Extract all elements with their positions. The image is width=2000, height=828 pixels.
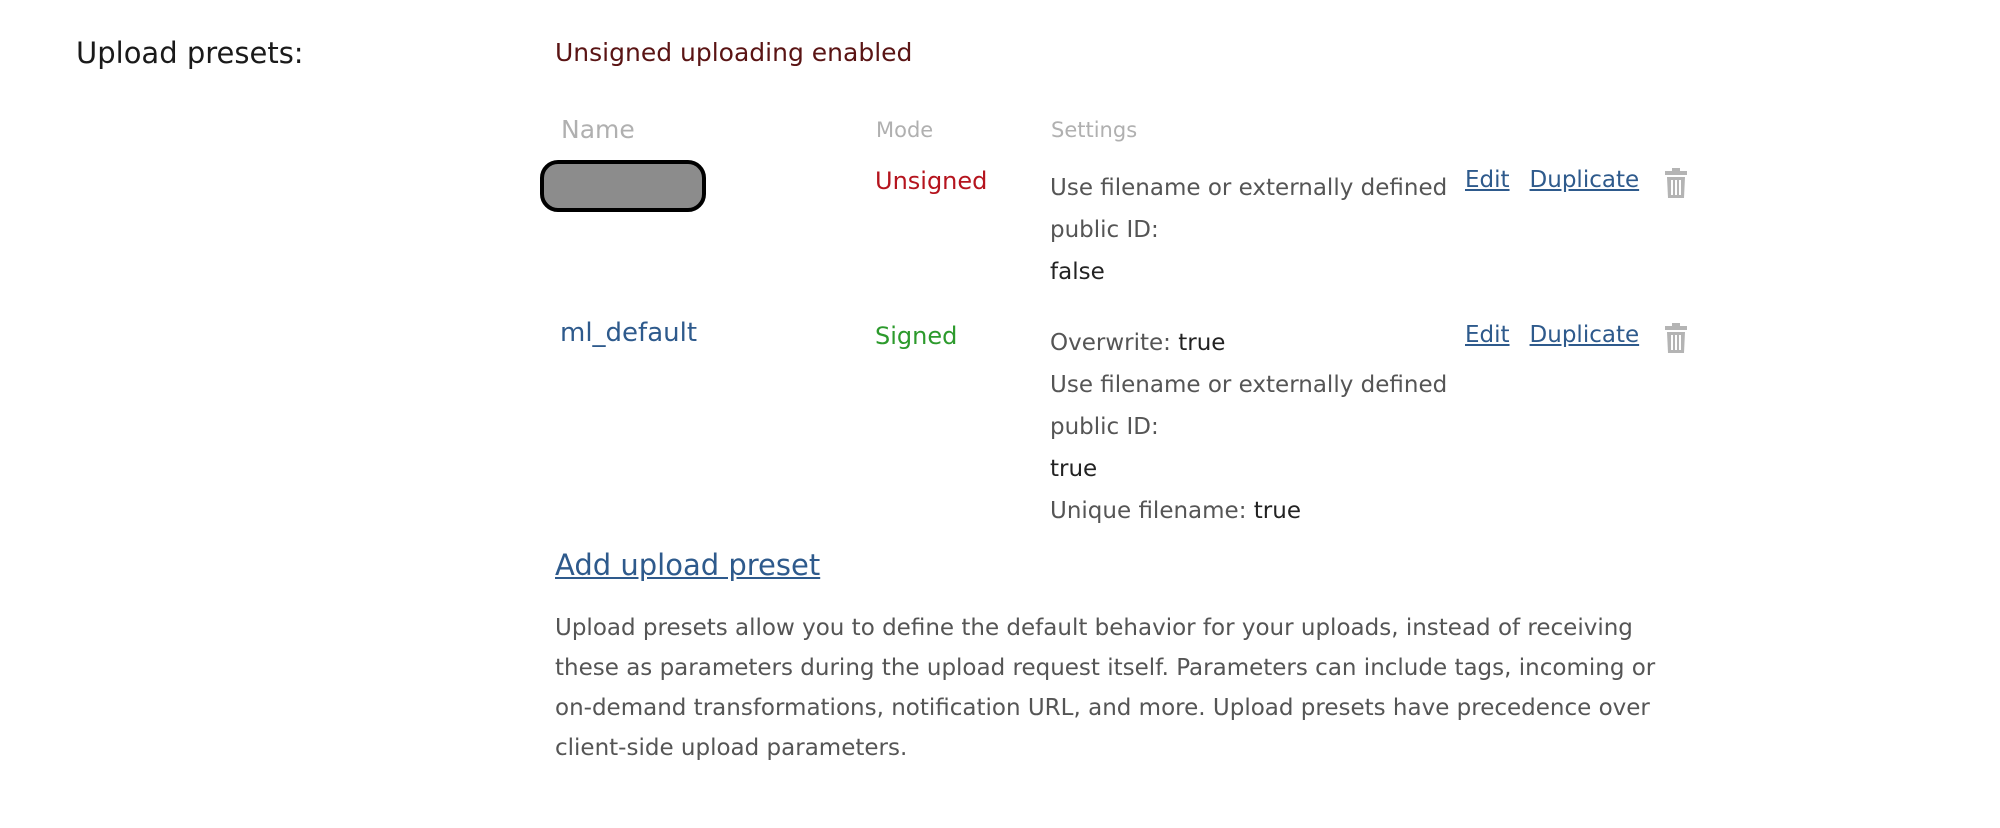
duplicate-link[interactable]: Duplicate [1530,167,1640,193]
setting-label: Use filename or externally defined publi… [1050,175,1448,243]
column-header-mode: Mode [876,118,934,142]
edit-link[interactable]: Edit [1465,167,1510,193]
preset-row-unsigned: Unsigned Use filename or externally defi… [540,158,1740,288]
column-header-settings: Settings [1051,118,1138,142]
preset-row-ml-default: ml_default Signed Overwrite: true Use fi… [540,313,1740,524]
preset-name-link[interactable]: ml_default [560,318,697,348]
preset-settings: Use filename or externally defined publi… [1050,167,1450,293]
row-actions: Edit Duplicate [1465,167,1659,193]
unsigned-status-text: Unsigned uploading enabled [555,38,913,67]
setting-value: false [1050,259,1105,285]
preset-mode: Unsigned [875,167,988,195]
setting-label: Use filename or externally defined publi… [1050,372,1448,440]
redacted-preset-name[interactable] [540,160,706,212]
trash-icon[interactable] [1664,323,1688,353]
preset-settings: Overwrite: true Use filename or external… [1050,322,1450,532]
preset-mode: Signed [875,322,958,350]
section-label: Upload presets: [76,36,304,70]
upload-presets-page: Upload presets: Unsigned uploading enabl… [0,0,2000,828]
setting-label: Overwrite: [1050,330,1171,356]
setting-value: true [1050,456,1098,482]
row-actions: Edit Duplicate [1465,322,1659,348]
setting-value: true [1178,330,1226,356]
add-upload-preset-link[interactable]: Add upload preset [555,548,820,582]
upload-presets-description: Upload presets allow you to define the d… [555,615,1656,761]
edit-link[interactable]: Edit [1465,322,1510,348]
setting-value: true [1253,498,1301,524]
setting-label: Unique filename: [1050,498,1247,524]
trash-icon[interactable] [1664,168,1688,198]
duplicate-link[interactable]: Duplicate [1530,322,1640,348]
column-header-name: Name [561,115,635,144]
